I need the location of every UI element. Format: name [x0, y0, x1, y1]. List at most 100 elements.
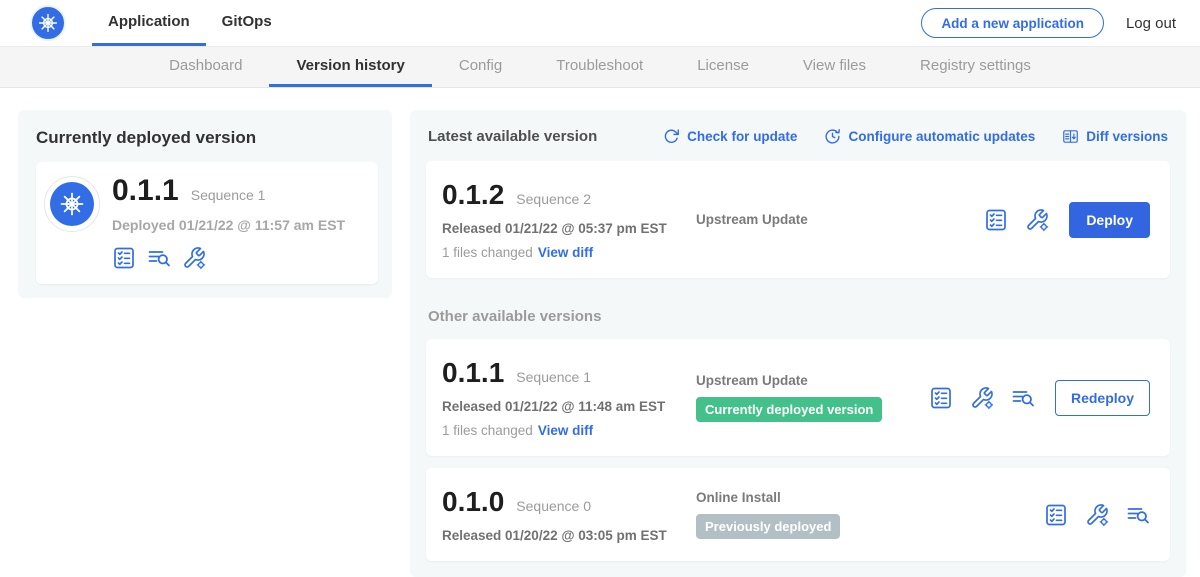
- view-diff-link[interactable]: View diff: [538, 423, 593, 438]
- configure-automatic-updates-button[interactable]: Configure automatic updates: [824, 128, 1035, 145]
- diff-versions-label: Diff versions: [1086, 129, 1168, 144]
- release-notes-button[interactable]: [984, 208, 1008, 232]
- version-actions: [1044, 503, 1150, 527]
- released-timestamp: Released 01/21/22 @ 05:37 pm EST: [442, 221, 696, 236]
- version-number: 0.1.1: [442, 357, 504, 389]
- check-for-update-label: Check for update: [687, 129, 797, 144]
- logs-magnifier-icon: [1126, 503, 1150, 527]
- tab-application-label: Application: [108, 13, 190, 30]
- tab-gitops-label: GitOps: [222, 13, 272, 30]
- version-source: Upstream Update: [696, 212, 984, 227]
- deployed-version-card: 0.1.1 Sequence 1 Deployed 01/21/22 @ 11:…: [36, 162, 378, 284]
- currently-deployed-title: Currently deployed version: [36, 128, 378, 148]
- view-diff-link[interactable]: View diff: [538, 245, 593, 260]
- subnav-label-troubleshoot: Troubleshoot: [556, 57, 643, 74]
- available-versions-card: Latest available version Check for updat…: [410, 110, 1186, 577]
- refresh-icon: [663, 128, 680, 145]
- release-notes-button[interactable]: [1044, 503, 1068, 527]
- tab-gitops[interactable]: GitOps: [206, 0, 288, 46]
- release-notes-button[interactable]: [929, 386, 953, 410]
- subnav-item-config[interactable]: Config: [432, 47, 529, 87]
- available-title: Latest available version: [428, 128, 597, 145]
- logs-magnifier-icon: [1011, 386, 1035, 410]
- version-row-0-1-2: 0.1.2 Sequence 2 Released 01/21/22 @ 05:…: [426, 161, 1170, 278]
- wrench-gear-icon: [1085, 503, 1109, 527]
- checklist-icon: [1044, 503, 1068, 527]
- kubernetes-wheel-icon: [57, 189, 87, 219]
- edit-config-button[interactable]: [1085, 503, 1109, 527]
- edit-config-button[interactable]: [970, 386, 994, 410]
- version-number: 0.1.0: [442, 486, 504, 518]
- view-logs-button[interactable]: [1126, 503, 1150, 527]
- deployed-version-info: 0.1.1 Sequence 1 Deployed 01/21/22 @ 11:…: [112, 172, 345, 270]
- deployed-sequence-label: Sequence 1: [191, 187, 266, 203]
- kubernetes-logo[interactable]: [30, 5, 66, 41]
- subnav-label-config: Config: [459, 57, 502, 74]
- check-for-update-button[interactable]: Check for update: [663, 128, 797, 145]
- other-versions-title: Other available versions: [428, 308, 1168, 325]
- deployed-version-number: 0.1.1: [112, 174, 179, 208]
- subnav-item-dashboard[interactable]: Dashboard: [142, 47, 269, 87]
- diff-versions-button[interactable]: Diff versions: [1062, 128, 1168, 145]
- subnav-label-license: License: [697, 57, 749, 74]
- subnav-item-version-history[interactable]: Version history: [269, 47, 431, 87]
- sequence-label: Sequence 2: [516, 191, 591, 207]
- version-info: 0.1.2 Sequence 2 Released 01/21/22 @ 05:…: [442, 179, 696, 260]
- version-info: 0.1.0 Sequence 0 Released 01/20/22 @ 03:…: [442, 486, 696, 543]
- app-subnav: Dashboard Version history Config Trouble…: [0, 46, 1200, 88]
- app-logo-circle: [50, 182, 94, 226]
- files-changed: 1 files changedView diff: [442, 423, 696, 438]
- files-changed: 1 files changed View diff: [442, 245, 696, 260]
- deploy-button[interactable]: Deploy: [1069, 202, 1150, 238]
- deployed-timestamp: Deployed 01/21/22 @ 11:57 am EST: [112, 217, 345, 233]
- subnav-label-registry-settings: Registry settings: [920, 57, 1031, 74]
- subnav-item-registry-settings[interactable]: Registry settings: [893, 47, 1058, 87]
- redeploy-button[interactable]: Redeploy: [1055, 380, 1150, 416]
- app-logo: [44, 176, 100, 232]
- topbar: Application GitOps Add a new application…: [0, 0, 1200, 46]
- version-source: Upstream Update Currently deployed versi…: [696, 373, 929, 422]
- subnav-item-license[interactable]: License: [670, 47, 776, 87]
- released-timestamp: Released 01/20/22 @ 03:05 pm EST: [442, 528, 696, 543]
- source-label: Upstream Update: [696, 212, 984, 227]
- source-label: Online Install: [696, 490, 1044, 505]
- deployed-actions: [112, 246, 345, 270]
- logs-magnifier-icon: [147, 246, 171, 270]
- subnav-label-version-history: Version history: [296, 57, 404, 74]
- configure-automatic-updates-label: Configure automatic updates: [848, 129, 1035, 144]
- edit-config-button[interactable]: [1025, 208, 1049, 232]
- checklist-icon: [929, 386, 953, 410]
- released-timestamp: Released 01/21/22 @ 11:48 am EST: [442, 399, 696, 414]
- version-info: 0.1.1 Sequence 1 Released 01/21/22 @ 11:…: [442, 357, 696, 438]
- clock-refresh-icon: [824, 128, 841, 145]
- version-actions: Deploy: [984, 202, 1150, 238]
- add-application-button[interactable]: Add a new application: [921, 8, 1104, 38]
- version-row-0-1-1: 0.1.1 Sequence 1 Released 01/21/22 @ 11:…: [426, 339, 1170, 456]
- tab-application[interactable]: Application: [92, 0, 206, 46]
- view-logs-button[interactable]: [1011, 386, 1035, 410]
- subnav-item-view-files[interactable]: View files: [776, 47, 893, 87]
- version-row-0-1-0: 0.1.0 Sequence 0 Released 01/20/22 @ 03:…: [426, 468, 1170, 561]
- subnav-item-troubleshoot[interactable]: Troubleshoot: [529, 47, 670, 87]
- checklist-icon: [984, 208, 1008, 232]
- subnav-label-dashboard: Dashboard: [169, 57, 242, 74]
- available-header: Latest available version Check for updat…: [428, 128, 1168, 145]
- wrench-gear-icon: [1025, 208, 1049, 232]
- subnav-label-view-files: View files: [803, 57, 866, 74]
- version-source: Online Install Previously deployed: [696, 490, 1044, 539]
- logout-link[interactable]: Log out: [1126, 15, 1176, 32]
- diff-panels-icon: [1062, 128, 1079, 145]
- sequence-label: Sequence 0: [516, 498, 591, 514]
- kubernetes-wheel-icon: [36, 11, 60, 35]
- version-number: 0.1.2: [442, 179, 504, 211]
- source-label: Upstream Update: [696, 373, 929, 388]
- edit-config-button[interactable]: [182, 246, 206, 270]
- topbar-right: Add a new application Log out: [921, 0, 1176, 46]
- view-logs-button[interactable]: [147, 246, 171, 270]
- files-changed-label: 1 files changed: [442, 245, 533, 260]
- currently-deployed-card: Currently deployed version 0.1.1 Sequenc…: [18, 110, 392, 298]
- release-notes-button[interactable]: [112, 246, 136, 270]
- main-content: Currently deployed version 0.1.1 Sequenc…: [0, 88, 1200, 577]
- status-badge-currently-deployed: Currently deployed version: [696, 397, 882, 422]
- wrench-gear-icon: [970, 386, 994, 410]
